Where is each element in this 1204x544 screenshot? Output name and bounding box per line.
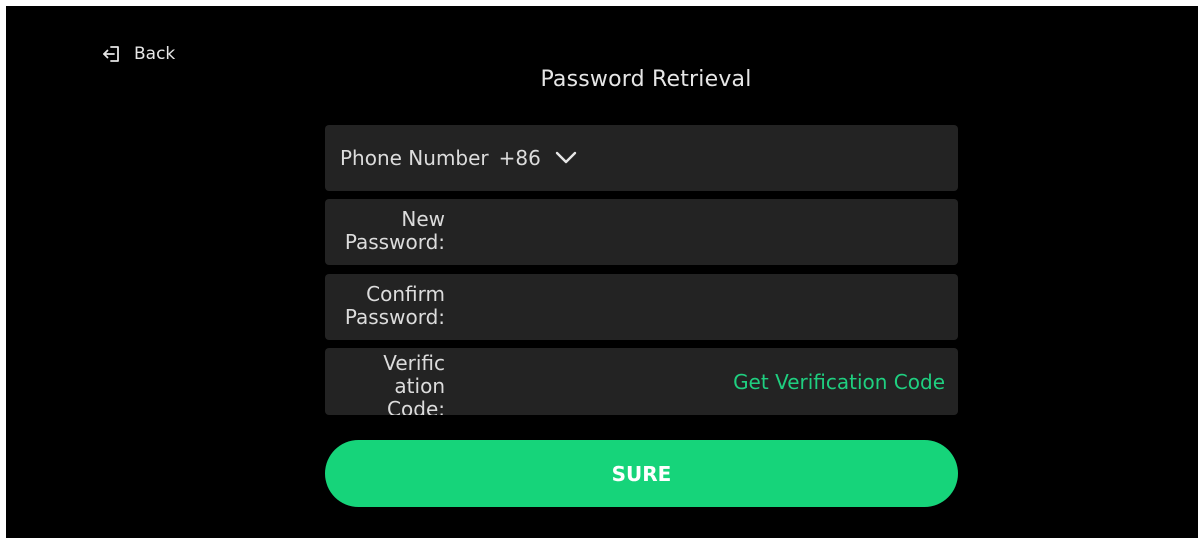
new-password-label: New Password: bbox=[344, 207, 445, 254]
verification-code-label: Verific ation Code: bbox=[383, 351, 445, 416]
confirm-password-input[interactable] bbox=[459, 282, 923, 332]
back-label: Back bbox=[134, 44, 176, 64]
new-password-input[interactable] bbox=[459, 207, 923, 257]
back-button[interactable]: Back bbox=[102, 41, 175, 67]
page-title: Password Retrieval bbox=[540, 67, 752, 92]
chevron-down-icon bbox=[555, 151, 577, 164]
confirm-password-label: Confirm Password: bbox=[344, 282, 445, 329]
verification-code-input[interactable] bbox=[459, 356, 763, 406]
phone-number-field[interactable]: Phone Number +86 bbox=[325, 125, 958, 191]
confirm-password-row: Confirm Password: bbox=[325, 274, 958, 340]
verification-code-row: Verific ation Code: Get Verification Cod… bbox=[325, 348, 958, 415]
new-password-row: New Password: bbox=[325, 199, 958, 265]
exit-arrow-icon bbox=[103, 46, 119, 62]
password-retrieval-screen: Back Password Retrieval Phone Number +86… bbox=[6, 6, 1198, 538]
country-code: +86 bbox=[498, 146, 541, 170]
sure-button[interactable]: SURE bbox=[325, 440, 958, 507]
phone-number-label: Phone Number bbox=[340, 146, 489, 170]
get-verification-code-button[interactable]: Get Verification Code bbox=[733, 370, 945, 394]
country-code-selector[interactable]: Phone Number +86 bbox=[340, 146, 577, 170]
